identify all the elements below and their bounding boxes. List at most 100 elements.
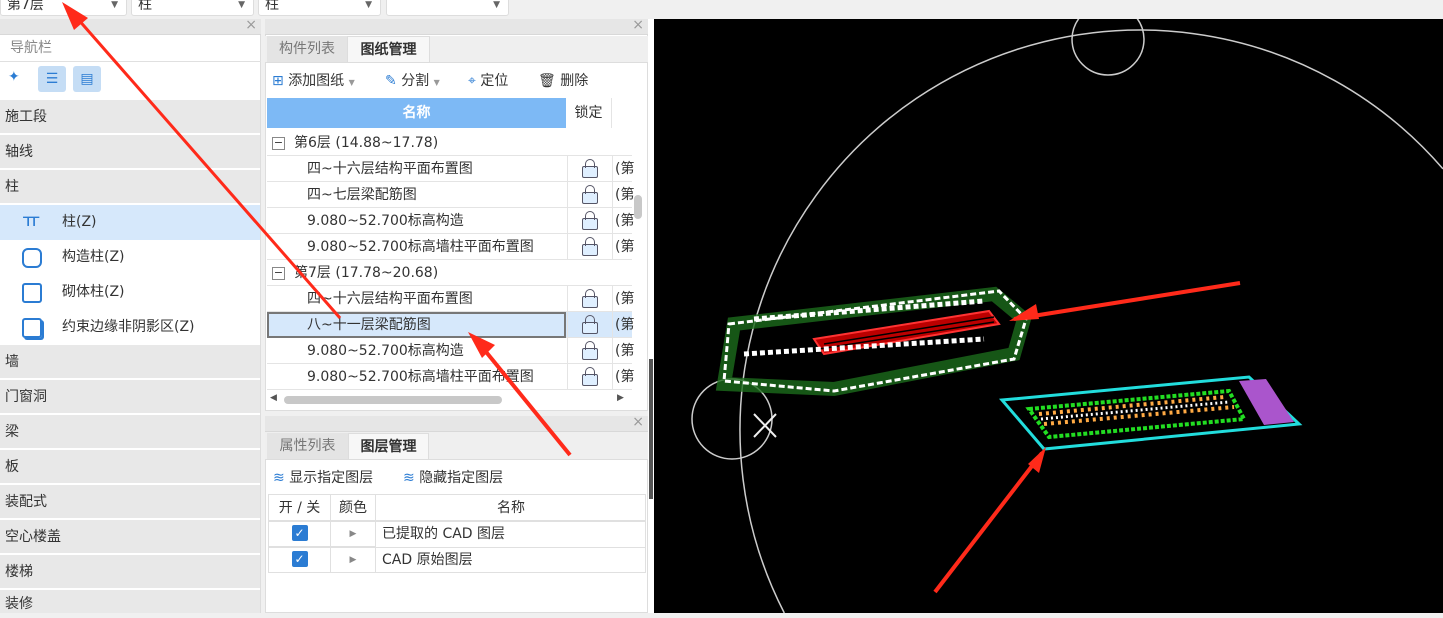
- group-label: 第6层 (14.88~17.78): [294, 135, 439, 151]
- chevron-down-icon: ▼: [238, 0, 245, 10]
- lock-icon[interactable]: [582, 211, 598, 230]
- nav-item-decoration[interactable]: 装修: [0, 590, 260, 613]
- label: 约束边缘非阴影区(Z): [62, 319, 195, 335]
- nav-sub-constructional-column[interactable]: 构造柱(Z): [0, 240, 260, 275]
- label: 显示指定图层: [289, 470, 374, 486]
- nav-panel-header: ×: [0, 17, 261, 35]
- nav-sub-column[interactable]: ㅠ 柱(Z): [0, 205, 260, 240]
- divider: [0, 61, 261, 62]
- extra: (第: [615, 239, 635, 255]
- table-row[interactable]: 四~七层梁配筋图 (第: [267, 182, 634, 208]
- scroll-right-icon[interactable]: ▶: [617, 393, 624, 403]
- split-button[interactable]: ✎ 分割 ▼: [385, 71, 440, 93]
- drawing-name: 9.080~52.700标高墙柱平面布置图: [307, 239, 534, 255]
- detail-view-icon[interactable]: ▤: [73, 66, 101, 92]
- table-row[interactable]: 四~十六层结构平面布置图 (第: [267, 156, 634, 182]
- label: 定位: [480, 73, 509, 89]
- lock-icon[interactable]: [582, 185, 598, 204]
- nav-item-beam[interactable]: 梁: [0, 415, 260, 449]
- lock-icon[interactable]: [582, 159, 598, 178]
- drawing-panel-header: ×: [265, 17, 648, 35]
- show-layer-icon: ≋: [273, 470, 285, 486]
- sparkle-icon[interactable]: ✦: [8, 69, 20, 85]
- lock-icon[interactable]: [582, 237, 598, 256]
- component-select[interactable]: 柱 ▼: [258, 0, 381, 16]
- nav-item-axis[interactable]: 轴线: [0, 135, 260, 169]
- hide-layer-icon: ≋: [403, 470, 415, 486]
- extra: (第: [615, 213, 635, 229]
- drawing-name: 八~十一层梁配筋图: [307, 317, 431, 333]
- lock-icon[interactable]: [582, 289, 598, 308]
- chevron-down-icon: ▼: [365, 0, 372, 10]
- lock-icon[interactable]: [582, 315, 598, 334]
- tab-property-list[interactable]: 属性列表: [267, 433, 348, 459]
- collapse-icon[interactable]: −: [272, 137, 285, 150]
- column-header-lock[interactable]: 锁定: [566, 98, 612, 128]
- drawing-name: 9.080~52.700标高构造: [307, 343, 464, 359]
- label: 分割: [401, 73, 430, 89]
- chevron-down-icon: ▼: [433, 78, 440, 87]
- nav-sub-boundary-zone[interactable]: 约束边缘非阴影区(Z): [0, 310, 260, 345]
- table-row[interactable]: 四~十六层结构平面布置图 (第: [267, 286, 635, 312]
- nav-sub-masonry-column[interactable]: 砌体柱(Z): [0, 275, 260, 310]
- split-icon: ✎: [385, 73, 397, 89]
- column-header-name: 名称: [376, 495, 646, 521]
- label: 柱(Z): [62, 214, 97, 230]
- close-icon[interactable]: ×: [632, 414, 644, 430]
- close-icon[interactable]: ×: [245, 17, 257, 33]
- boundary-zone-icon: [22, 318, 42, 338]
- drawing-name: 四~十六层结构平面布置图: [307, 161, 473, 177]
- lock-icon[interactable]: [582, 341, 598, 360]
- table-row[interactable]: 9.080~52.700标高墙柱平面布置图 (第: [267, 234, 635, 260]
- chevron-down-icon: ▼: [348, 78, 355, 87]
- expand-icon[interactable]: ▶: [331, 521, 376, 547]
- nav-item-prefab[interactable]: 装配式: [0, 485, 260, 519]
- tab-layer-management[interactable]: 图层管理: [348, 433, 429, 459]
- column-header-color: 颜色: [331, 495, 376, 521]
- layer-checkbox[interactable]: ✓: [291, 525, 308, 541]
- nav-item-column[interactable]: 柱: [0, 170, 260, 204]
- layer-checkbox[interactable]: ✓: [291, 551, 308, 567]
- nav-item-openings[interactable]: 门窗洞: [0, 380, 260, 414]
- close-icon[interactable]: ×: [632, 17, 644, 33]
- label: 删除: [560, 73, 589, 89]
- vertical-scrollbar[interactable]: [634, 195, 642, 219]
- label: 隐藏指定图层: [419, 470, 504, 486]
- nav-item-slab[interactable]: 板: [0, 450, 260, 484]
- expand-icon[interactable]: ▶: [331, 547, 376, 573]
- table-row[interactable]: 9.080~52.700标高构造 (第: [267, 338, 635, 364]
- show-layer-button[interactable]: ≋ 显示指定图层: [273, 468, 373, 488]
- collapse-icon[interactable]: −: [272, 267, 285, 280]
- nav-item-stairs[interactable]: 楼梯: [0, 555, 260, 589]
- extra: (第: [615, 343, 635, 359]
- list-view-icon[interactable]: ☰: [38, 66, 66, 92]
- chevron-down-icon: ▼: [493, 0, 500, 10]
- group-floor-6[interactable]: − 第6层 (14.88~17.78): [267, 130, 632, 156]
- tab-component-list[interactable]: 构件列表: [267, 36, 347, 62]
- instance-select[interactable]: ▼: [386, 0, 509, 16]
- nav-item-wall[interactable]: 墙: [0, 345, 260, 379]
- lock-icon[interactable]: [582, 367, 598, 386]
- locate-button[interactable]: ⌖ 定位: [468, 71, 508, 91]
- floor-select[interactable]: 第7层 ▼: [0, 0, 127, 16]
- horizontal-scrollbar[interactable]: [284, 396, 502, 404]
- extra: (第: [615, 291, 635, 307]
- tab-drawing-management[interactable]: 图纸管理: [347, 36, 430, 62]
- hide-layer-button[interactable]: ≋ 隐藏指定图层: [403, 468, 503, 488]
- layer-name: CAD 原始图层: [382, 552, 473, 568]
- add-drawing-button[interactable]: ⊞ 添加图纸 ▼: [272, 71, 355, 93]
- nav-item-construction-section[interactable]: 施工段: [0, 100, 260, 134]
- cad-canvas[interactable]: [654, 19, 1443, 613]
- table-row[interactable]: 9.080~52.700标高墙柱平面布置图 (第: [267, 364, 635, 390]
- group-floor-7[interactable]: − 第7层 (17.78~20.68): [267, 260, 632, 286]
- table-row[interactable]: 9.080~52.700标高构造 (第: [267, 208, 635, 234]
- delete-button[interactable]: 🗑 删除: [538, 71, 588, 91]
- component-type-select[interactable]: 柱 ▼: [131, 0, 254, 16]
- table-row-selected[interactable]: 八~十一层梁配筋图 (第: [267, 312, 634, 338]
- type-value: 柱: [138, 0, 152, 13]
- layer-table: 开 / 关 颜色 名称 ✓ ▶ 已提取的 CAD 图层 ✓ ▶ CAD 原始图层: [268, 494, 646, 573]
- nav-item-hollow-floor[interactable]: 空心楼盖: [0, 520, 260, 554]
- column-header-name[interactable]: 名称: [267, 98, 566, 128]
- extra: (第: [615, 369, 635, 385]
- scroll-left-icon[interactable]: ◀: [270, 393, 277, 403]
